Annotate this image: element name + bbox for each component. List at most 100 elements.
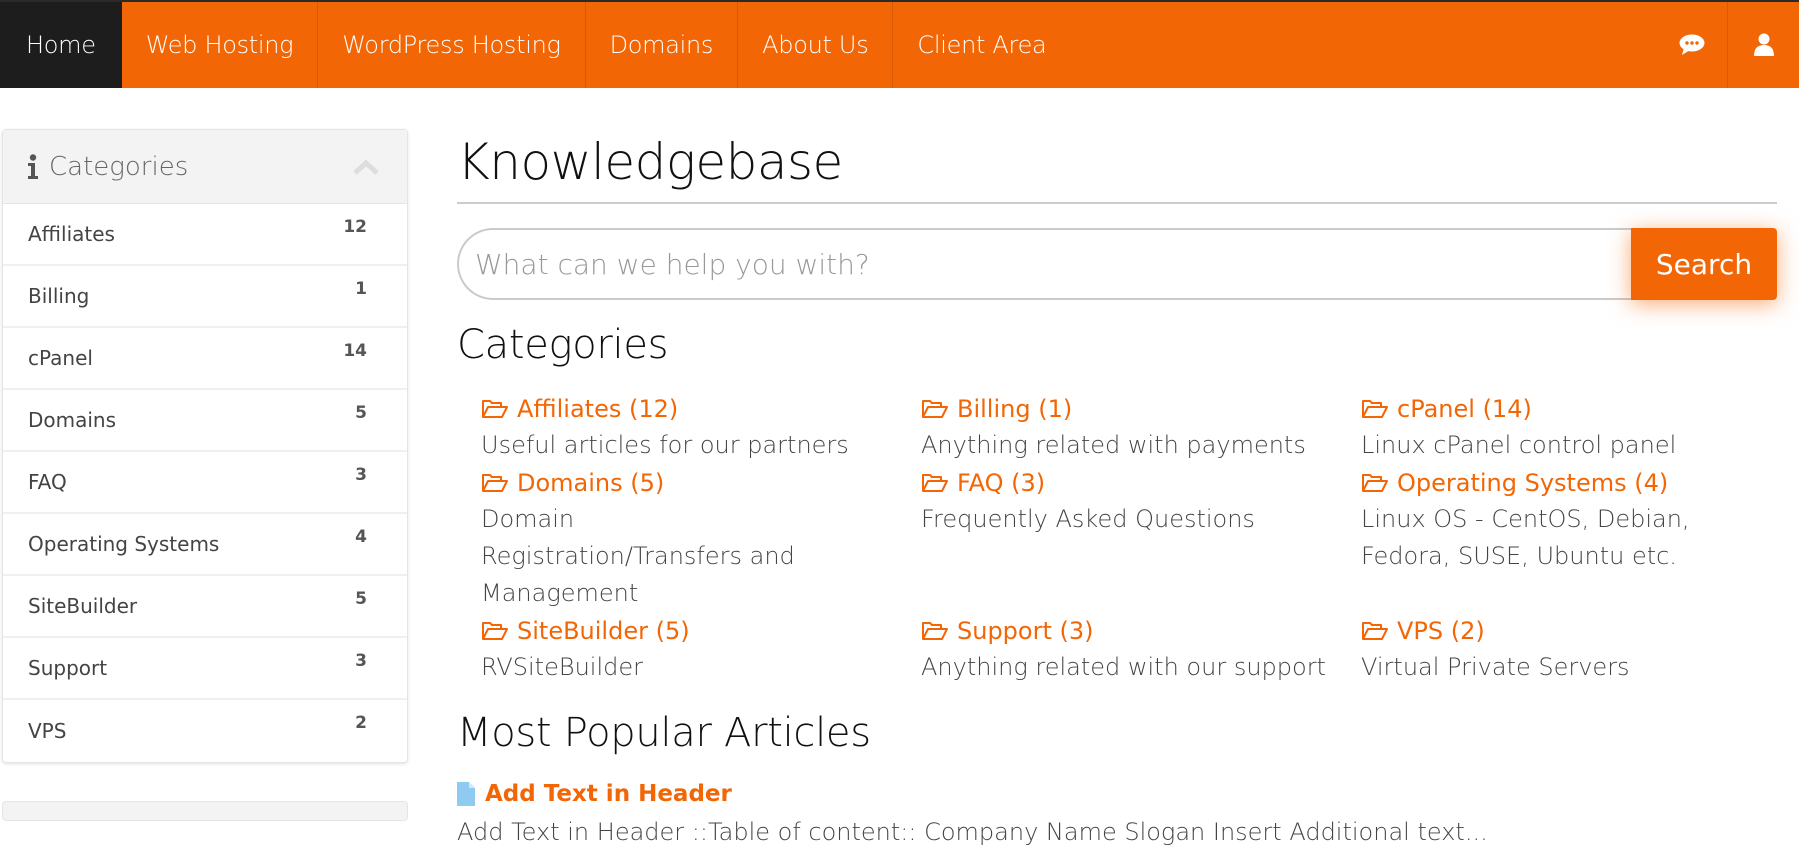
category-name: FAQ (3)	[957, 468, 1046, 497]
category-item: Support (3) Anything related with our su…	[921, 612, 1361, 686]
category-item: cPanel (14) Linux cPanel control panel	[1361, 390, 1799, 464]
search-button[interactable]: Search	[1631, 228, 1777, 300]
category-link[interactable]: SiteBuilder (5)	[481, 612, 921, 649]
chat-icon	[1679, 34, 1705, 55]
sidebar-item-label: Operating Systems	[28, 532, 220, 556]
secondary-panel	[2, 801, 408, 821]
nav-wordpress-hosting[interactable]: WordPress Hosting	[318, 2, 586, 88]
sidebar-item-domains[interactable]: Domains 5	[3, 390, 407, 452]
sidebar-item-affiliates[interactable]: Affiliates 12	[3, 204, 407, 266]
sidebar-item-vps[interactable]: VPS 2	[3, 700, 407, 762]
sidebar-item-label: SiteBuilder	[28, 594, 138, 618]
search-bar: Search	[457, 228, 1777, 300]
count-badge: 14	[343, 341, 367, 361]
article-excerpt: Add Text in Header ::Table of content:: …	[457, 818, 1488, 846]
category-name: Billing (1)	[957, 394, 1073, 423]
popular-articles-heading: Most Popular Articles	[457, 710, 871, 756]
category-item: Billing (1) Anything related with paymen…	[921, 390, 1361, 464]
category-description: Useful articles for our partners	[481, 431, 849, 459]
category-description: Domain Registration/Transfers and Manage…	[481, 505, 795, 607]
category-link[interactable]: cPanel (14)	[1361, 390, 1799, 427]
count-badge: 3	[355, 651, 367, 671]
article-link[interactable]: Add Text in Header	[457, 776, 1777, 812]
sidebar-item-support[interactable]: Support 3	[3, 638, 407, 700]
category-item: Operating Systems (4) Linux OS - CentOS,…	[1361, 464, 1799, 612]
category-link[interactable]: Support (3)	[921, 612, 1361, 649]
categories-panel: Categories Affiliates 12 Billing 1 cPanel 1…	[2, 129, 408, 763]
folder-open-icon	[482, 399, 508, 418]
count-badge: 4	[355, 527, 367, 547]
article-item: Add Text in Header Add Text in Header ::…	[457, 776, 1777, 852]
category-item: SiteBuilder (5) RVSiteBuilder	[481, 612, 921, 686]
sidebar-item-label: FAQ	[28, 470, 67, 494]
sidebar-item-label: Support	[28, 656, 108, 680]
category-grid: Affiliates (12) Useful articles for our …	[481, 390, 1777, 686]
nav-about-us[interactable]: About Us	[738, 2, 894, 88]
category-name: VPS (2)	[1397, 616, 1485, 645]
category-link[interactable]: FAQ (3)	[921, 464, 1361, 501]
sidebar-item-billing[interactable]: Billing 1	[3, 266, 407, 328]
category-link[interactable]: VPS (2)	[1361, 612, 1799, 649]
nav-home[interactable]: Home	[0, 2, 122, 88]
sidebar-item-operating-systems[interactable]: Operating Systems 4	[3, 514, 407, 576]
sidebar-item-label: VPS	[28, 719, 67, 743]
page-title: Knowledgebase	[457, 133, 843, 191]
main-content: Knowledgebase Search Categories Affiliat…	[457, 100, 1777, 852]
folder-open-icon	[482, 473, 508, 492]
category-name: Operating Systems (4)	[1397, 468, 1669, 497]
category-link[interactable]: Domains (5)	[481, 464, 921, 501]
category-item: Affiliates (12) Useful articles for our …	[481, 390, 921, 464]
count-badge: 1	[355, 279, 367, 299]
category-item: Domains (5) Domain Registration/Transfer…	[481, 464, 921, 612]
category-name: Affiliates (12)	[517, 394, 679, 423]
user-icon	[1753, 33, 1774, 56]
folder-open-icon	[922, 473, 948, 492]
categories-panel-title: Categories	[49, 151, 189, 182]
category-link[interactable]: Billing (1)	[921, 390, 1361, 427]
category-description: Virtual Private Servers	[1361, 653, 1630, 681]
category-name: Domains (5)	[517, 468, 665, 497]
count-badge: 12	[343, 217, 367, 237]
count-badge: 5	[355, 589, 367, 609]
chevron-up-icon[interactable]	[353, 159, 379, 175]
count-badge: 3	[355, 465, 367, 485]
folder-open-icon	[922, 621, 948, 640]
search-input[interactable]	[457, 228, 1637, 300]
category-name: SiteBuilder (5)	[517, 616, 690, 645]
nav-web-hosting[interactable]: Web Hosting	[122, 2, 319, 88]
category-item: VPS (2) Virtual Private Servers	[1361, 612, 1799, 686]
folder-open-icon	[922, 399, 948, 418]
sidebar-item-label: Affiliates	[28, 222, 115, 246]
sidebar-item-faq[interactable]: FAQ 3	[3, 452, 407, 514]
folder-open-icon	[482, 621, 508, 640]
category-description: Anything related with payments	[921, 431, 1306, 459]
category-description: Linux OS - CentOS, Debian, Fedora, SUSE,…	[1361, 505, 1690, 570]
nav-client-area[interactable]: Client Area	[893, 2, 1070, 88]
folder-open-icon	[1362, 399, 1388, 418]
title-divider	[457, 202, 1777, 204]
info-icon	[28, 153, 38, 179]
folder-open-icon	[1362, 473, 1388, 492]
document-icon	[457, 782, 475, 806]
top-navigation: Home Web Hosting WordPress Hosting Domai…	[0, 0, 1799, 88]
sidebar-item-label: Billing	[28, 284, 90, 308]
chat-button[interactable]	[1657, 2, 1728, 88]
category-item: FAQ (3) Frequently Asked Questions	[921, 464, 1361, 612]
categories-panel-header[interactable]: Categories	[3, 130, 407, 204]
account-button[interactable]	[1728, 2, 1799, 88]
category-description: RVSiteBuilder	[481, 653, 643, 681]
category-description: Anything related with our support	[921, 653, 1326, 681]
category-link[interactable]: Affiliates (12)	[481, 390, 921, 427]
category-name: Support (3)	[957, 616, 1094, 645]
nav-domains[interactable]: Domains	[586, 2, 739, 88]
category-link[interactable]: Operating Systems (4)	[1361, 464, 1799, 501]
sidebar-item-sitebuilder[interactable]: SiteBuilder 5	[3, 576, 407, 638]
sidebar-item-cpanel[interactable]: cPanel 14	[3, 328, 407, 390]
category-description: Frequently Asked Questions	[921, 505, 1255, 533]
folder-open-icon	[1362, 621, 1388, 640]
article-title: Add Text in Header	[485, 781, 732, 807]
categories-heading: Categories	[457, 322, 669, 368]
category-description: Linux cPanel control panel	[1361, 431, 1677, 459]
category-name: cPanel (14)	[1397, 394, 1532, 423]
